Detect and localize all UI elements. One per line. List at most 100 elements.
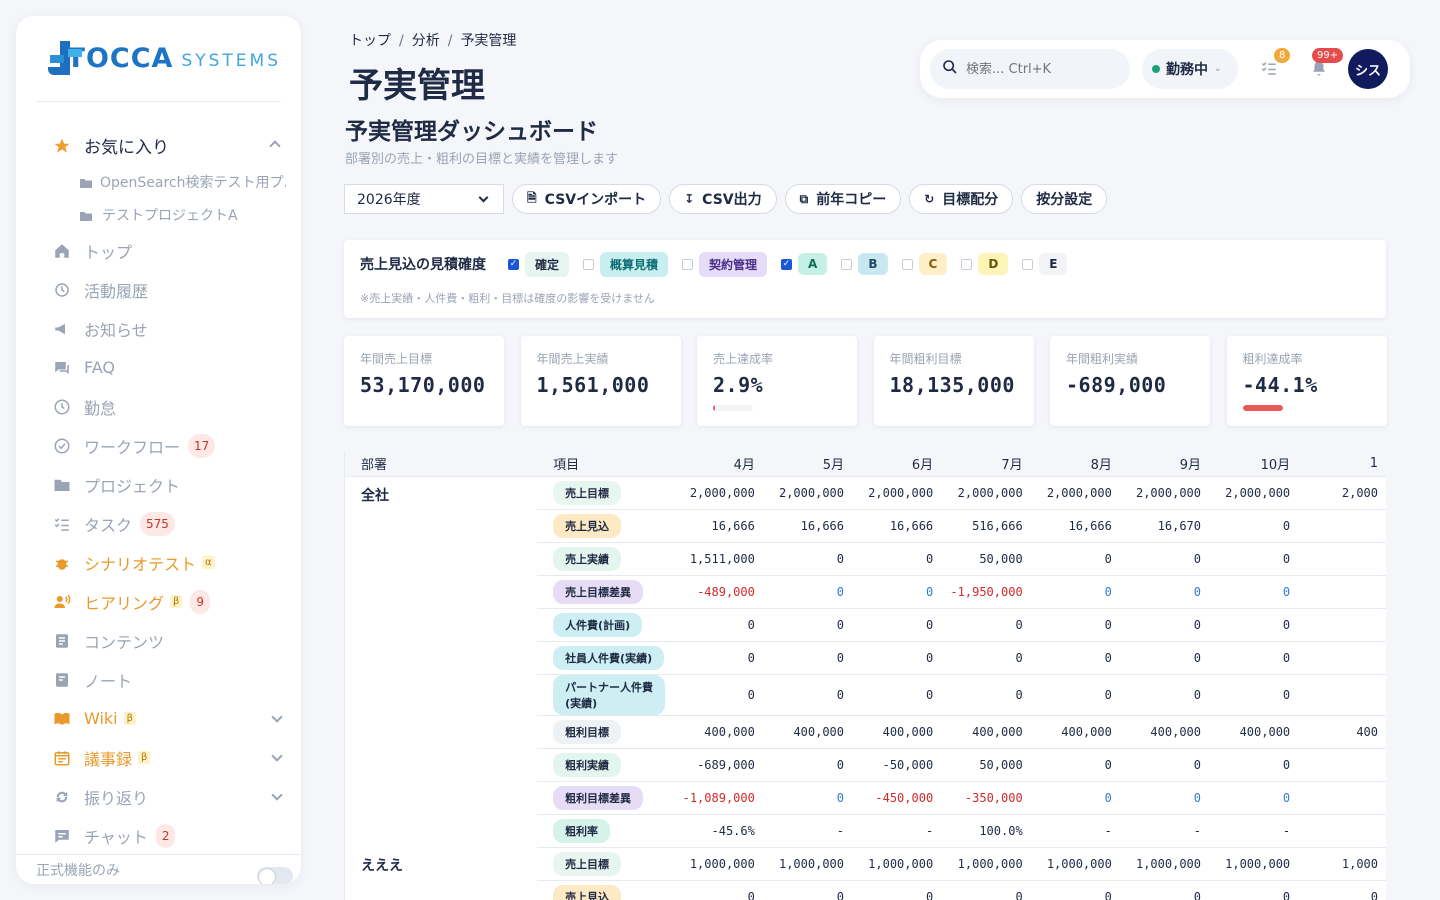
sidebar-item[interactable]: トップ xyxy=(16,231,301,270)
official-only-toggle[interactable] xyxy=(257,867,293,884)
sidebar-item-label: コンテンツ xyxy=(84,632,165,652)
value-cell: 0 xyxy=(673,608,763,642)
work-status-dropdown[interactable]: 勤務中 ⌄ xyxy=(1142,49,1238,89)
value-cell: 2,000,000 xyxy=(1209,476,1299,510)
item-cell: 売上見込 xyxy=(537,880,674,900)
sidebar-item[interactable]: ヒアリング β 9 xyxy=(16,582,301,621)
item-cell: 売上見込 xyxy=(537,509,674,543)
sidebar-item[interactable]: コンテンツ xyxy=(16,621,301,660)
value-cell: 16,666 xyxy=(673,509,763,543)
value-cell: 0 xyxy=(762,748,853,782)
sidebar-item-label: プロジェクト xyxy=(84,476,181,496)
value-cell: 1,000,000 xyxy=(762,847,853,881)
favorite-item[interactable]: OpenSearch検索テスト用プ... xyxy=(16,165,286,198)
probability-checkbox[interactable] xyxy=(961,258,973,270)
probability-checkbox[interactable]: ✓ xyxy=(508,258,519,270)
probability-checkbox[interactable] xyxy=(682,258,694,270)
sidebar-item[interactable]: 振り返り xyxy=(16,777,301,816)
sidebar-item-favorites[interactable]: お気に入り xyxy=(16,126,301,165)
toolbar-button[interactable]: 按分設定 xyxy=(1021,184,1108,214)
stage-tag: β xyxy=(123,712,137,725)
avatar[interactable]: シス xyxy=(1348,49,1388,89)
value-cell: 0 xyxy=(1209,880,1299,900)
probability-checkbox[interactable] xyxy=(841,258,853,270)
table-header-cell: 6月 xyxy=(852,452,942,477)
sidebar-item-label: お知らせ xyxy=(84,320,148,340)
sidebar-item[interactable]: タスク 575 xyxy=(16,504,301,543)
budget-table-container[interactable]: 部署 項目 4月 5月 6月 7月 8月 9月 10月 1 全社 売上目標 2,000,000 2,00… xyxy=(344,452,1386,900)
star-icon xyxy=(52,136,72,156)
toolbar: 2026年度 🗎 CSVインポート ↧ CSV出力 ⧉ 前年コピー ↻ 目標配分 按分設定 xyxy=(344,184,1108,214)
logo[interactable]: TOCCA SYSTEMS xyxy=(36,16,281,102)
value-cell: -1,950,000 xyxy=(941,575,1031,609)
table-header-cell: 部署 xyxy=(345,452,538,477)
probability-checkbox[interactable] xyxy=(901,258,913,270)
toolbar-button[interactable]: ↧ CSV出力 xyxy=(669,184,777,214)
sidebar-item[interactable]: Wiki β xyxy=(16,699,301,738)
sidebar-item[interactable]: シナリオテスト α xyxy=(16,543,301,582)
sidebar-item[interactable]: お知らせ xyxy=(16,309,301,348)
probability-filter-card: 売上見込の見積確度 ✓ 確定 概算見積 契約管理 ✓ A B C D E ※売上実績・人件費・粗利… xyxy=(344,240,1386,318)
probability-checkbox[interactable] xyxy=(583,258,595,270)
kpi-value: -44.1% xyxy=(1242,373,1318,397)
sidebar-item[interactable]: プロジェクト xyxy=(16,465,301,504)
sidebar-item[interactable]: 活動履歴 xyxy=(16,270,301,309)
department-cell: 全社 xyxy=(361,487,389,504)
count-badge: 17 xyxy=(188,433,216,458)
chevron-down-icon[interactable] xyxy=(271,750,283,762)
sidebar-item[interactable]: 勤怠 xyxy=(16,387,301,426)
toolbar-button[interactable]: ⧉ 前年コピー xyxy=(784,184,902,214)
sidebar-item-label: ワークフロー xyxy=(84,437,181,457)
probability-tag: B xyxy=(858,253,888,275)
table-header-cell: 項目 xyxy=(537,452,674,477)
status-dot xyxy=(1152,65,1160,73)
fiscal-year-select[interactable]: 2026年度 xyxy=(344,184,504,214)
value-cell: 400,000 xyxy=(941,715,1031,749)
checkmark-icon: ✓ xyxy=(782,259,791,269)
item-cell: 売上実績 xyxy=(537,542,674,576)
kpi-label: 年間売上目標 xyxy=(360,352,433,366)
breadcrumb-current: 予実管理 xyxy=(460,33,517,49)
value-cell: 1,511,000 xyxy=(673,542,763,576)
sidebar-item[interactable]: 議事録 β xyxy=(16,738,301,777)
kpi-card: 粗利達成率 -44.1% xyxy=(1226,336,1387,426)
kpi-card: 売上達成率 2.9% xyxy=(697,336,857,426)
value-cell: - xyxy=(1209,814,1299,848)
breadcrumb-top[interactable]: トップ xyxy=(349,33,391,49)
chevron-up-icon[interactable] xyxy=(269,140,281,152)
search-box[interactable] xyxy=(930,49,1130,89)
sidebar-item[interactable]: チャット 2 xyxy=(16,816,301,855)
sidebar-item-label: 勤怠 xyxy=(84,398,117,418)
sidebar-item[interactable]: ノート xyxy=(16,660,301,699)
value-cell: 0 xyxy=(1119,880,1209,900)
value-cell: 0 xyxy=(941,880,1031,900)
search-input[interactable] xyxy=(966,61,1116,77)
chevron-down-icon[interactable] xyxy=(271,711,283,723)
chevron-down-icon[interactable] xyxy=(271,789,283,801)
probability-checkbox[interactable] xyxy=(1022,258,1034,270)
kpi-value: 18,135,000 xyxy=(889,373,1015,397)
value-cell: 400,000 xyxy=(673,715,763,749)
check-circle-icon xyxy=(52,436,72,456)
probability-tag: 概算見積 xyxy=(600,251,669,277)
sidebar-item[interactable]: FAQ xyxy=(16,348,301,387)
value-cell: 0 xyxy=(1119,575,1209,609)
breadcrumb-analysis[interactable]: 分析 xyxy=(412,33,440,49)
sidebar-item-label: チャット xyxy=(84,827,148,847)
toolbar-button[interactable]: ↻ 目標配分 xyxy=(909,184,1014,214)
item-pill: パートナー人件費(実績) xyxy=(553,674,666,715)
probability-checkbox[interactable]: ✓ xyxy=(781,258,793,270)
probability-tag: D xyxy=(978,253,1009,275)
value-cell: 0 xyxy=(1119,608,1209,642)
favorite-item[interactable]: テストプロジェクトA xyxy=(16,198,286,231)
stage-tag: α xyxy=(202,556,215,569)
sidebar-item[interactable]: ワークフロー 17 xyxy=(16,426,301,465)
value-cell xyxy=(1298,509,1386,543)
count-badge: 2 xyxy=(155,823,176,848)
logo-subtext: SYSTEMS xyxy=(181,50,281,71)
probability-filter-label: 売上見込の見積確度 xyxy=(360,257,486,273)
value-cell: 1,000,000 xyxy=(1030,847,1120,881)
clock-icon xyxy=(52,397,72,417)
value-cell xyxy=(1298,674,1386,716)
toolbar-button[interactable]: 🗎 CSVインポート xyxy=(512,184,662,214)
